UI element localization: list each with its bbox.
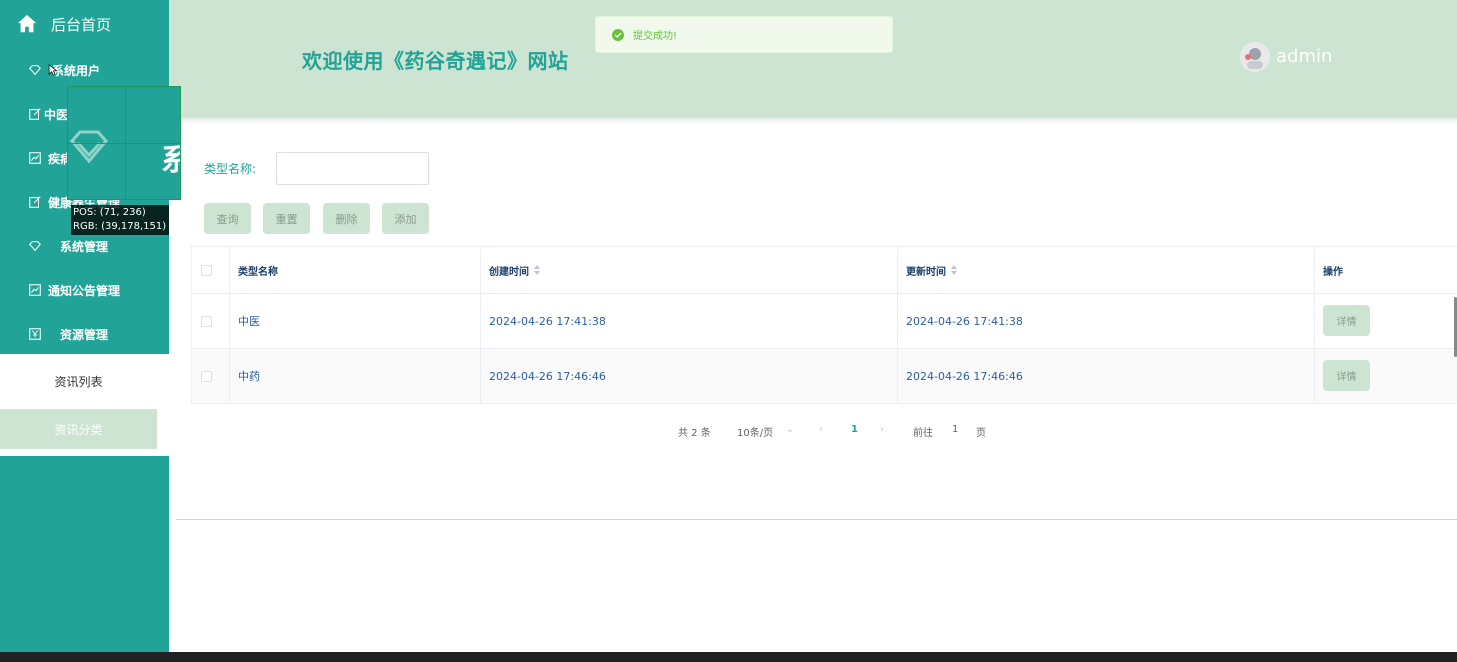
pagination-total: 共 2 条 [678, 428, 711, 439]
sidebar-home[interactable]: 后台首页 [0, 0, 169, 48]
detail-button[interactable]: 详情 [1323, 304, 1370, 336]
main-content: 类型名称: 查询 重置 删除 添加 类型名称 创建时间 更新时间 操作 中医 2… [176, 124, 1457, 520]
cell-created: 2024-04-26 17:46:46 [481, 349, 898, 403]
sidebar-item-label: 系统用户 [52, 63, 101, 78]
avatar[interactable] [1240, 42, 1270, 72]
magnifier-rgb: RGB: (39,178,151) [73, 221, 167, 232]
app-window: 后台首页 系统用户 中医 疾病 健康养生管理 系统管理 通知公告管理 资源管理 … [0, 0, 1457, 662]
cell-action: 详情 [1315, 349, 1457, 403]
chevron-down-icon[interactable]: ⌄ [786, 424, 794, 435]
page-title: 欢迎使用《药谷奇遇记》网站 [302, 49, 569, 73]
success-toast: 提交成功! [595, 16, 893, 53]
chart-icon [29, 284, 41, 296]
type-name-input[interactable] [276, 152, 429, 185]
sidebar-item-system-users[interactable]: 系统用户 [0, 50, 169, 90]
sidebar-submenu: 资讯列表 资讯分类 [0, 354, 169, 456]
cell-type-name: 中医 [230, 294, 481, 348]
sidebar-subitem-news-category[interactable]: 资讯分类 [0, 409, 157, 449]
column-header-created[interactable]: 创建时间 [481, 247, 898, 293]
sort-icon[interactable] [534, 265, 540, 275]
sort-icon[interactable] [951, 265, 957, 275]
avatar-image-icon [1240, 42, 1270, 72]
cell-action: 详情 [1315, 294, 1457, 348]
bottom-bar [0, 652, 1457, 662]
header-checkbox-cell [191, 247, 230, 293]
username[interactable]: admin [1276, 46, 1332, 67]
magnifier-pos: POS: (71, 236) [73, 207, 146, 218]
mouse-cursor-icon [48, 64, 58, 76]
query-button[interactable]: 查询 [204, 203, 251, 234]
row-checkbox-cell [191, 349, 230, 403]
color-picker-magnifier: 系 [67, 86, 181, 200]
toast-message: 提交成功! [633, 31, 678, 42]
cell-created: 2024-04-26 17:41:38 [481, 294, 898, 348]
check-circle-icon [612, 28, 624, 41]
cell-updated: 2024-04-26 17:46:46 [898, 349, 1315, 403]
magnified-diamond-icon [70, 130, 108, 164]
chart-icon [29, 152, 41, 164]
magnifier-info: POS: (71, 236) RGB: (39,178,151) [71, 205, 169, 235]
page-size-select[interactable]: 10条/页 [737, 424, 773, 439]
prev-page-icon[interactable]: ‹ [819, 424, 823, 435]
delete-button[interactable]: 删除 [323, 203, 370, 234]
data-table: 类型名称 创建时间 更新时间 操作 中医 2024-04-26 17:41:38… [191, 246, 1457, 404]
diamond-icon [29, 241, 41, 252]
column-header-type-name: 类型名称 [230, 247, 481, 293]
magnifier-crosshair-vertical [125, 87, 126, 199]
cell-updated: 2024-04-26 17:41:38 [898, 294, 1315, 348]
diamond-icon [29, 65, 41, 76]
select-all-checkbox[interactable] [201, 264, 212, 276]
table-row[interactable]: 中药 2024-04-26 17:46:46 2024-04-26 17:46:… [191, 349, 1457, 404]
edit-icon [29, 196, 41, 208]
row-checkbox-cell [191, 294, 230, 348]
sidebar-subitem-news-list[interactable]: 资讯列表 [0, 361, 157, 401]
magnified-glyph: 系 [161, 135, 180, 179]
sidebar-item-label: 系统管理 [60, 239, 109, 254]
search-label: 类型名称: [204, 162, 257, 176]
sidebar-item-label: 资源管理 [60, 327, 109, 342]
goto-label: 前往 [913, 428, 933, 439]
next-page-icon[interactable]: › [880, 424, 884, 435]
pagination: 共 2 条 10条/页 ⌄ ‹ 1 › 前往 1 页 [176, 421, 1457, 441]
reset-button[interactable]: 重置 [263, 203, 310, 234]
goto-page-suffix: 页 [976, 428, 986, 439]
page-number-current[interactable]: 1 [851, 424, 858, 435]
row-checkbox[interactable] [201, 370, 212, 382]
cell-type-name: 中药 [230, 349, 481, 403]
sidebar-item-label: 通知公告管理 [48, 283, 121, 298]
table-row[interactable]: 中医 2024-04-26 17:41:38 2024-04-26 17:41:… [191, 294, 1457, 349]
content-lower-area [169, 521, 1457, 652]
row-checkbox[interactable] [201, 315, 212, 327]
home-icon [17, 14, 37, 33]
detail-button[interactable]: 详情 [1323, 359, 1370, 391]
sidebar-home-label: 后台首页 [51, 15, 112, 34]
table-header-row: 类型名称 创建时间 更新时间 操作 [191, 247, 1457, 294]
add-button[interactable]: 添加 [382, 203, 429, 234]
column-header-updated[interactable]: 更新时间 [898, 247, 1315, 293]
sidebar-item-resources[interactable]: 资源管理 [0, 314, 169, 354]
sidebar-item-label: 中医 [44, 107, 69, 122]
goto-page-input[interactable]: 1 [952, 424, 958, 435]
edit-icon [29, 108, 41, 120]
column-header-action: 操作 [1323, 266, 1343, 278]
yen-icon [29, 328, 41, 340]
sidebar-item-notice[interactable]: 通知公告管理 [0, 270, 169, 310]
